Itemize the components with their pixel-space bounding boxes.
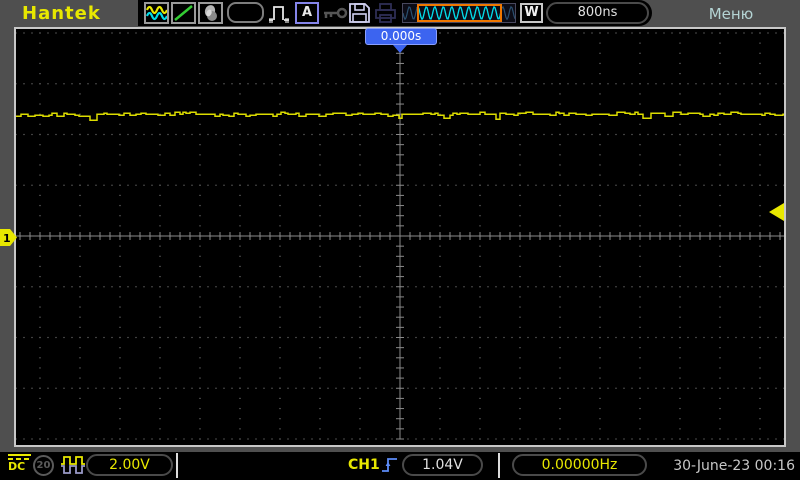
trigger-level-marker[interactable] — [767, 202, 785, 222]
divider — [498, 453, 500, 478]
divider — [176, 453, 178, 478]
smudge-status-icon — [198, 2, 223, 24]
frequency-counter-readout: 0.00000Hz — [512, 454, 647, 476]
graticule-and-trace — [16, 32, 784, 440]
brand-logo: Hantek — [22, 3, 101, 24]
channel1-marker-label: 1 — [3, 232, 11, 245]
auto-trigger-mode-badge: A — [295, 2, 319, 24]
trigger-position-balloon[interactable]: 0.000s — [365, 28, 437, 45]
ramp-line-icon — [171, 2, 196, 24]
graticule-frame — [14, 27, 786, 447]
ch1-scale-readout: 2.00V — [86, 454, 173, 476]
save-floppy-icon — [349, 3, 370, 23]
channel-waves-icon — [144, 2, 169, 24]
oscilloscope-screen: { "brand": "Hantek", "top_bar": { "menu_… — [0, 0, 800, 480]
trigger-level-readout: 1.04V — [402, 454, 483, 476]
square-wave-icon — [61, 456, 85, 474]
empty-status-slot — [227, 2, 264, 23]
menu-button[interactable]: Меню — [696, 5, 766, 23]
datetime-label: 30-June-23 00:16 — [673, 458, 795, 474]
printer-icon — [375, 3, 396, 23]
dc-coupling-label: DC — [8, 460, 26, 473]
rising-edge-icon — [382, 458, 397, 472]
zoom-window-marker[interactable] — [417, 4, 502, 22]
top-status-bar: Hantek A W 800ns Меню — [0, 0, 800, 28]
channel1-ground-marker[interactable]: 1 — [0, 229, 18, 246]
waveform-preview-strip — [402, 3, 516, 23]
dc-coupling-icon: DC — [8, 454, 31, 473]
timebase-readout: 800ns — [546, 2, 649, 24]
w-acquire-badge: W — [520, 3, 543, 23]
trigger-source-label: CH1 — [348, 457, 380, 473]
trigger-position-pointer-icon — [393, 45, 407, 53]
pulse-trigger-icon — [269, 6, 289, 23]
bandwidth-limit-badge: 20 — [33, 455, 54, 476]
key-lock-icon — [324, 7, 348, 19]
bottom-status-bar: DC 20 2.00V CH1 1.04V 0.00000Hz 30-June-… — [0, 452, 800, 480]
